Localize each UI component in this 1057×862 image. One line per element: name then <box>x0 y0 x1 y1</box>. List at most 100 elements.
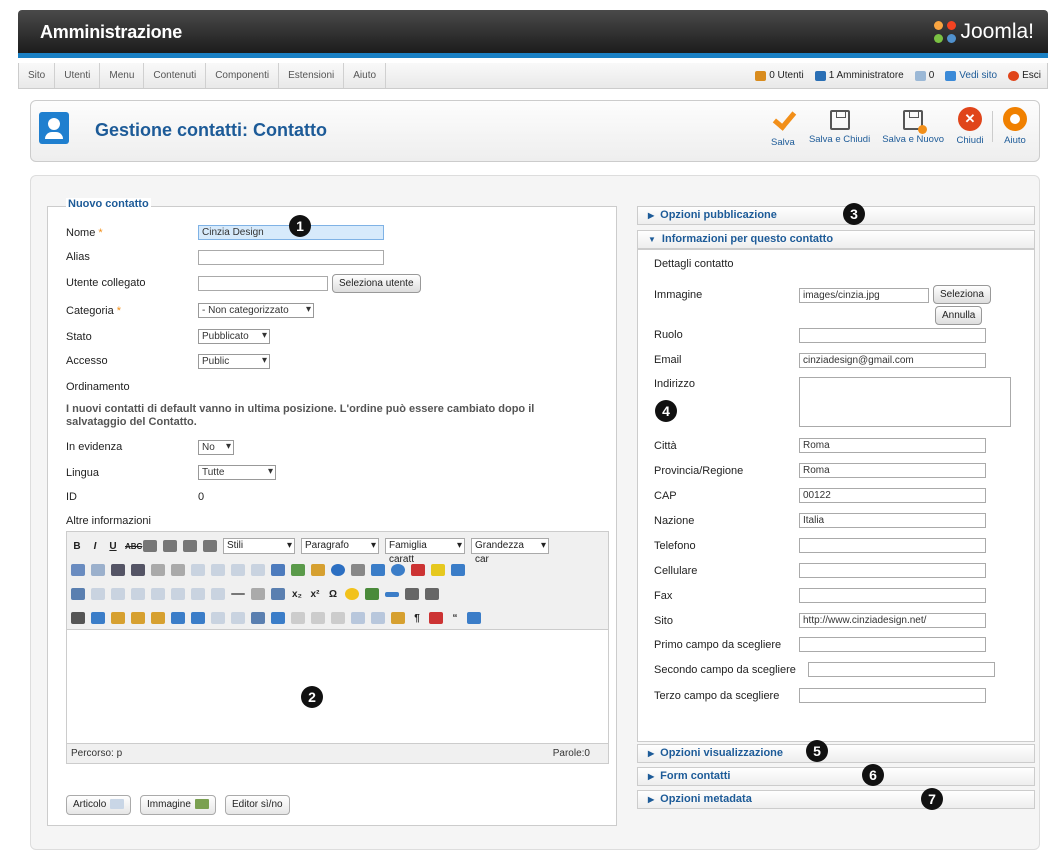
toggle-editor-button[interactable]: Editor sì/no <box>225 795 290 815</box>
clear-image-button[interactable]: Annulla <box>935 306 983 325</box>
visual-aid-icon[interactable] <box>271 588 285 600</box>
image-button[interactable]: Immagine <box>140 795 216 815</box>
align-center-icon[interactable] <box>163 540 177 552</box>
find-icon[interactable] <box>71 564 85 576</box>
delete-row-icon[interactable] <box>151 588 165 600</box>
logout-link[interactable]: Esci <box>1008 63 1041 89</box>
abbr-icon[interactable] <box>311 612 325 624</box>
merge-cells-icon[interactable] <box>211 588 225 600</box>
image-icon[interactable] <box>291 564 305 576</box>
menu-item-contenuti[interactable]: Contenuti <box>144 63 207 88</box>
blockquote-button[interactable]: “ <box>449 613 461 624</box>
cite-icon[interactable] <box>291 612 305 624</box>
hr-icon[interactable] <box>231 593 245 595</box>
country-input[interactable]: Italia <box>799 513 986 528</box>
format-dropdown[interactable]: Paragrafo <box>301 538 379 554</box>
save-new-button[interactable]: Salva e Nuovo <box>876 105 950 148</box>
province-input[interactable]: Roma <box>799 463 986 478</box>
align-justify-icon[interactable] <box>203 540 217 552</box>
strike-button[interactable]: ABC <box>125 542 142 551</box>
state-select[interactable]: Pubblicato <box>198 329 270 344</box>
city-input[interactable]: Roma <box>799 438 986 453</box>
row-props-icon[interactable] <box>91 588 105 600</box>
outdent-icon[interactable] <box>151 564 165 576</box>
html-icon[interactable] <box>351 564 365 576</box>
font-size-dropdown[interactable]: Grandezza car <box>471 538 549 565</box>
article-button[interactable]: Articolo <box>66 795 132 815</box>
fullscreen-icon[interactable] <box>451 564 465 576</box>
highlight-icon[interactable] <box>431 564 445 576</box>
superscript-button[interactable]: x² <box>309 589 321 600</box>
display-options-toggle[interactable]: ▶ Opzioni visualizzazione <box>637 744 1035 763</box>
style-props-icon[interactable] <box>271 612 285 624</box>
email-input[interactable]: cinziadesign@gmail.com <box>799 353 986 368</box>
access-select[interactable]: Public <box>198 354 270 369</box>
attributes-icon[interactable] <box>391 612 405 624</box>
menu-item-aiuto[interactable]: Aiuto <box>344 63 387 88</box>
insert-layer-icon[interactable] <box>191 612 205 624</box>
category-select[interactable]: - Non categorizzato <box>198 303 314 318</box>
zip-input[interactable]: 00122 <box>799 488 986 503</box>
menu-item-componenti[interactable]: Componenti <box>206 63 280 88</box>
save-button[interactable]: Salva <box>763 105 803 148</box>
menu-item-utenti[interactable]: Utenti <box>55 63 101 88</box>
joomla-logo[interactable]: Joomla! <box>934 20 1034 44</box>
alias-input[interactable] <box>198 250 384 265</box>
insert-col-icon[interactable] <box>171 588 185 600</box>
paste-text-icon[interactable] <box>131 612 145 624</box>
save-close-button[interactable]: Salva e Chiudi <box>803 105 876 148</box>
view-site-link[interactable]: Vedi sito <box>945 63 997 89</box>
status-users[interactable]: 0 Utenti <box>755 63 804 89</box>
help-button[interactable]: Aiuto <box>995 105 1035 148</box>
italic-button[interactable]: I <box>89 541 101 552</box>
template-icon[interactable] <box>467 612 481 624</box>
select-user-button[interactable]: Seleziona utente <box>332 274 421 293</box>
redo-icon[interactable] <box>211 564 225 576</box>
address-textarea[interactable] <box>799 377 1011 427</box>
role-input[interactable] <box>799 328 986 343</box>
underline-button[interactable]: U <box>107 541 119 552</box>
ltr-icon[interactable] <box>405 588 419 600</box>
menu-item-menu[interactable]: Menu <box>100 63 145 88</box>
select-image-button[interactable]: Seleziona <box>933 285 991 304</box>
menu-item-estensioni[interactable]: Estensioni <box>279 63 345 88</box>
website-input[interactable]: http://www.cinziadesign.net/ <box>799 613 986 628</box>
metadata-options-toggle[interactable]: ▶ Opzioni metadata <box>637 790 1035 809</box>
insert-row-icon[interactable] <box>131 588 145 600</box>
paste-icon[interactable] <box>111 612 125 624</box>
indent-icon[interactable] <box>171 564 185 576</box>
help-editor-icon[interactable] <box>331 564 345 576</box>
featured-select[interactable]: No <box>198 440 234 455</box>
linked-user-input[interactable] <box>198 276 328 291</box>
field3-input[interactable] <box>799 688 986 703</box>
anchor-icon[interactable] <box>271 564 285 576</box>
close-button[interactable]: Chiudi <box>950 105 990 148</box>
replace-icon[interactable] <box>91 564 105 576</box>
forward-icon[interactable] <box>211 612 225 624</box>
select-all-icon[interactable] <box>171 612 185 624</box>
cell-props-icon[interactable] <box>111 588 125 600</box>
cleanup-icon[interactable] <box>311 564 325 576</box>
ins-icon[interactable] <box>371 612 385 624</box>
styles-dropdown[interactable]: Stili <box>223 538 295 554</box>
date-icon[interactable] <box>371 564 385 576</box>
cut-icon[interactable] <box>71 612 85 624</box>
align-right-icon[interactable] <box>183 540 197 552</box>
split-cells-icon[interactable] <box>191 588 205 600</box>
bullet-list-icon[interactable] <box>111 564 125 576</box>
page-break-icon[interactable] <box>429 612 443 624</box>
status-messages[interactable]: 0 <box>914 63 934 89</box>
copy-icon[interactable] <box>91 612 105 624</box>
acronym-icon[interactable] <box>331 612 345 624</box>
special-char-button[interactable]: Ω <box>327 589 339 600</box>
contact-info-toggle[interactable]: ▼ Informazioni per questo contatto <box>637 230 1035 249</box>
font-family-dropdown[interactable]: Famiglia caratt <box>385 538 465 565</box>
fax-input[interactable] <box>799 588 986 603</box>
image-input[interactable]: images/cinzia.jpg <box>799 288 929 303</box>
number-list-icon[interactable] <box>131 564 145 576</box>
phone-input[interactable] <box>799 538 986 553</box>
language-select[interactable]: Tutte <box>198 465 276 480</box>
field2-input[interactable] <box>808 662 995 677</box>
align-left-icon[interactable] <box>143 540 157 552</box>
del-icon[interactable] <box>351 612 365 624</box>
